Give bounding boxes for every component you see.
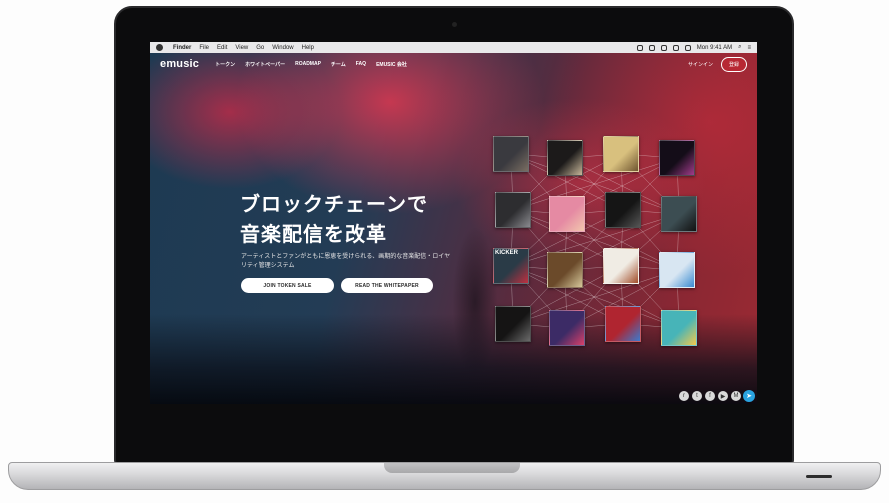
nav-links: トークン ホワイトペーパー ROADMAP チーム FAQ EMUSIC 会社 [215, 61, 407, 68]
twitter-icon[interactable]: t [692, 391, 702, 401]
signin-link[interactable]: サインイン [688, 61, 713, 68]
macos-menubar: Finder File Edit View Go Window Help Mon… [150, 42, 757, 53]
volume-icon[interactable] [672, 44, 679, 51]
sleep-indicator [806, 475, 832, 478]
menu-app-name[interactable]: Finder [173, 45, 191, 51]
album-network: KICKER [485, 130, 705, 350]
menu-file[interactable]: File [199, 45, 209, 51]
album-cover[interactable]: KICKER [493, 248, 529, 284]
site-logo[interactable]: emusic [160, 58, 199, 70]
join-token-sale-button[interactable]: JOIN TOKEN SALE [241, 278, 334, 293]
menu-window[interactable]: Window [272, 45, 293, 51]
album-cover[interactable] [493, 136, 529, 172]
album-cover[interactable] [661, 310, 697, 346]
album-cover[interactable] [603, 248, 639, 284]
nav-whitepaper[interactable]: ホワイトペーパー [245, 61, 285, 68]
album-cover[interactable] [605, 192, 641, 228]
read-whitepaper-button[interactable]: READ THE WHITEPAPER [341, 278, 433, 293]
hero-title-line-2: 音楽配信を改革 [240, 224, 387, 246]
telegram-icon[interactable]: ➤ [743, 390, 755, 402]
site-navbar: emusic トークン ホワイトペーパー ROADMAP チーム FAQ EMU… [150, 53, 757, 75]
laptop-base [8, 462, 881, 490]
battery-icon[interactable] [684, 44, 691, 51]
medium-icon[interactable]: M [731, 391, 741, 401]
nav-roadmap[interactable]: ROADMAP [295, 61, 321, 68]
apple-icon[interactable] [156, 44, 163, 51]
reddit-icon[interactable]: r [679, 391, 689, 401]
bluetooth-icon[interactable] [648, 44, 655, 51]
menu-help[interactable]: Help [302, 45, 314, 51]
social-links: r t f ▶ M [679, 391, 741, 401]
laptop-screen: Finder File Edit View Go Window Help Mon… [150, 42, 757, 404]
album-cover[interactable] [495, 192, 531, 228]
network-line [512, 157, 678, 211]
album-cover[interactable] [659, 140, 695, 176]
lid-notch [384, 463, 520, 473]
facebook-icon[interactable]: f [705, 391, 715, 401]
wifi-icon[interactable] [660, 44, 667, 51]
nav-token[interactable]: トークン [215, 61, 235, 68]
timemachine-icon[interactable] [636, 44, 643, 51]
menubar-clock[interactable]: Mon 9:41 AM [697, 45, 732, 51]
album-cover[interactable] [605, 306, 641, 342]
register-button[interactable]: 登録 [720, 56, 747, 72]
hero-title-line-1: ブロックチェーンで [240, 194, 428, 216]
album-cover[interactable] [547, 252, 583, 288]
album-cover[interactable] [547, 140, 583, 176]
network-line [512, 269, 678, 325]
hero-subtitle: アーティストとファンがともに恩恵を受けられる、画期的な音楽配信・ロイヤリティ管理… [241, 254, 451, 269]
album-cover[interactable] [603, 136, 639, 172]
menu-view[interactable]: View [235, 45, 248, 51]
menu-edit[interactable]: Edit [217, 45, 227, 51]
album-cover[interactable] [495, 306, 531, 342]
menubar-status: Mon 9:41 AM ⌕ ≡ [636, 44, 751, 51]
laptop-scene: Finder File Edit View Go Window Help Mon… [0, 0, 889, 503]
album-cover[interactable] [661, 196, 697, 232]
menu-go[interactable]: Go [256, 45, 264, 51]
album-cover[interactable] [659, 252, 695, 288]
nav-account: サインイン 登録 [688, 56, 747, 72]
album-title: KICKER [495, 250, 519, 256]
nav-company[interactable]: EMUSIC 会社 [376, 61, 407, 68]
notification-center-icon[interactable]: ≡ [747, 45, 751, 51]
youtube-icon[interactable]: ▶ [718, 391, 728, 401]
album-cover[interactable] [549, 196, 585, 232]
spotlight-icon[interactable]: ⌕ [738, 44, 741, 51]
album-cover[interactable] [549, 310, 585, 346]
hero-title: ブロックチェーンで 音楽配信を改革 [240, 190, 428, 250]
nav-team[interactable]: チーム [331, 61, 346, 68]
nav-faq[interactable]: FAQ [356, 61, 366, 68]
camera [452, 22, 457, 27]
